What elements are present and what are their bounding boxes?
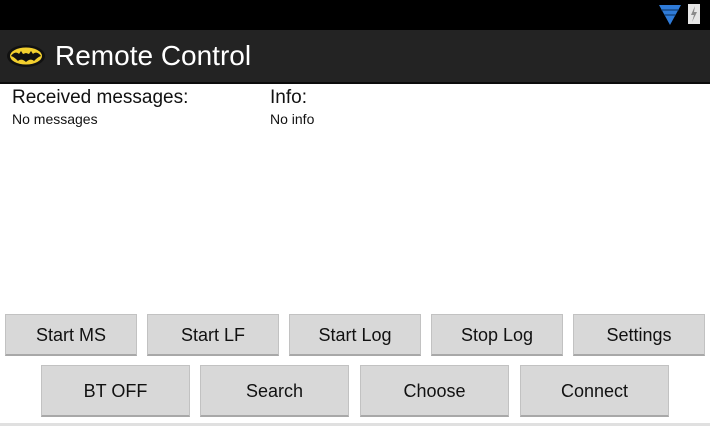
- info-value: No info: [270, 111, 315, 127]
- action-bar: Remote Control: [0, 30, 710, 84]
- app-title: Remote Control: [55, 40, 252, 71]
- bat-logo-icon: [6, 44, 46, 68]
- stop-log-button[interactable]: Stop Log: [431, 314, 563, 356]
- start-lf-button[interactable]: Start LF: [147, 314, 279, 356]
- wifi-icon: [659, 5, 681, 25]
- battery-charging-icon: [688, 4, 700, 24]
- info-label: Info:: [270, 87, 307, 108]
- received-messages-value: No messages: [12, 111, 98, 127]
- bt-off-button[interactable]: BT OFF: [41, 365, 190, 417]
- received-messages-label: Received messages:: [12, 87, 189, 108]
- start-ms-button[interactable]: Start MS: [5, 314, 137, 356]
- settings-button[interactable]: Settings: [573, 314, 705, 356]
- status-bar: [0, 0, 710, 30]
- start-log-button[interactable]: Start Log: [289, 314, 421, 356]
- search-button[interactable]: Search: [200, 365, 349, 417]
- choose-button[interactable]: Choose: [360, 365, 509, 417]
- connect-button[interactable]: Connect: [520, 365, 669, 417]
